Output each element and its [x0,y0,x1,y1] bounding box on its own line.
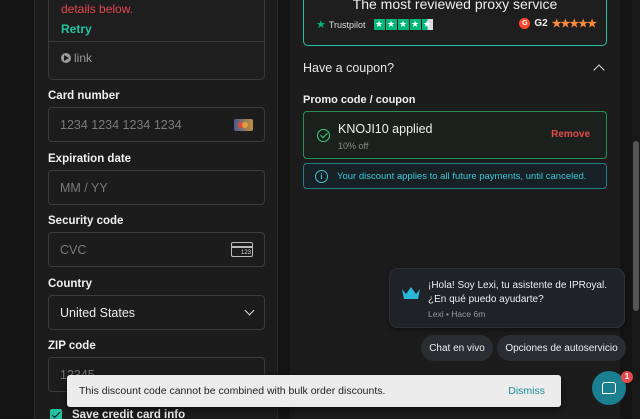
crown-icon [402,287,420,299]
expiration-placeholder: MM / YY [60,180,108,195]
expiration-input[interactable]: MM / YY [48,170,265,205]
reviews-card: The most reviewed proxy service ★ Trustp… [303,0,607,46]
chat-icon [602,382,616,394]
applied-coupon-discount: 10% off [338,141,369,151]
promo-code-label: Promo code / coupon [303,94,416,106]
applied-coupon-box: KNOJI10 applied 10% off Remove [303,111,607,159]
country-select[interactable]: United States [48,295,265,330]
applied-coupon-code: KNOJI10 applied [338,122,433,136]
expiration-label: Expiration date [48,153,132,165]
chat-self-service-button[interactable]: Opciones de autoservicio [497,335,626,361]
page-scrollbar[interactable] [632,0,640,419]
info-icon: i [315,169,328,183]
reviews-title: The most reviewed proxy service [352,0,558,12]
g2-logo-icon: G [519,18,531,29]
save-card-row: Save credit card info [50,409,185,419]
chat-message-text: ¡Hola! Soy Lexi, tu asistente de IPRoyal… [428,280,607,305]
save-card-label: Save credit card info [72,409,186,419]
security-code-placeholder: CVC [60,242,87,257]
retry-button[interactable]: Retry [61,22,92,36]
payment-panel: details below. Retry link Card number 12… [34,0,278,419]
chat-message-meta: Lexi • Hace 6m [428,309,486,319]
trustpilot-stars: ★ ★ ★ ★ ★ [373,19,433,30]
card-number-placeholder: 1234 1234 1234 1234 [60,117,182,132]
trustpilot-label: Trustpilot [328,19,366,30]
g2-label: G2 [534,18,548,29]
discount-toast: This discount code cannot be combined wi… [67,375,561,407]
security-code-label: Security code [48,215,124,227]
trustpilot-star-icon: ★ [316,19,326,31]
country-value: United States [60,305,136,320]
link-icon [61,53,71,63]
card-number-input[interactable]: 1234 1234 1234 1234 [48,107,265,142]
discount-info-notice: i Your discount applies to all future pa… [303,163,607,189]
coupon-heading: Have a coupon? [303,61,395,75]
chat-message-bubble[interactable]: ¡Hola! Soy Lexi, tu asistente de IPRoyal… [389,268,625,328]
chevron-up-icon [593,64,605,76]
chevron-down-icon [244,305,255,316]
discount-info-text: Your discount applies to all future paym… [337,170,587,182]
divider [49,41,264,42]
g2-stars: ★★★★★ [551,18,597,30]
cvc-icon-text: 123 [240,250,251,256]
card-brand-icon [234,118,253,131]
coupon-toggle[interactable]: Have a coupon? [303,61,607,77]
country-label: Country [48,278,93,290]
check-circle-icon [317,129,330,142]
remove-coupon-button[interactable]: Remove [551,129,590,140]
card-number-label: Card number [48,90,120,102]
chat-live-button[interactable]: Chat en vivo [421,335,493,361]
scrollbar-thumb[interactable] [633,141,639,311]
toast-message: This discount code cannot be combined wi… [79,385,386,397]
payment-error-box: details below. Retry link [48,0,265,80]
g2-rating: G G2 ★★★★★ [519,17,597,30]
save-card-checkbox[interactable] [50,409,62,419]
error-message: details below. [61,2,134,16]
cvc-card-icon: 123 [231,242,253,257]
link-label: link [74,51,93,65]
zip-label: ZIP code [48,340,96,352]
link-pay-button[interactable]: link [61,51,92,65]
security-code-input[interactable]: CVC 123 [48,232,265,267]
toast-dismiss-button[interactable]: Dismiss [508,385,545,397]
chat-unread-badge: 1 [621,371,633,383]
trustpilot-rating: ★ Trustpilot ★ ★ ★ ★ ★ [316,18,433,31]
